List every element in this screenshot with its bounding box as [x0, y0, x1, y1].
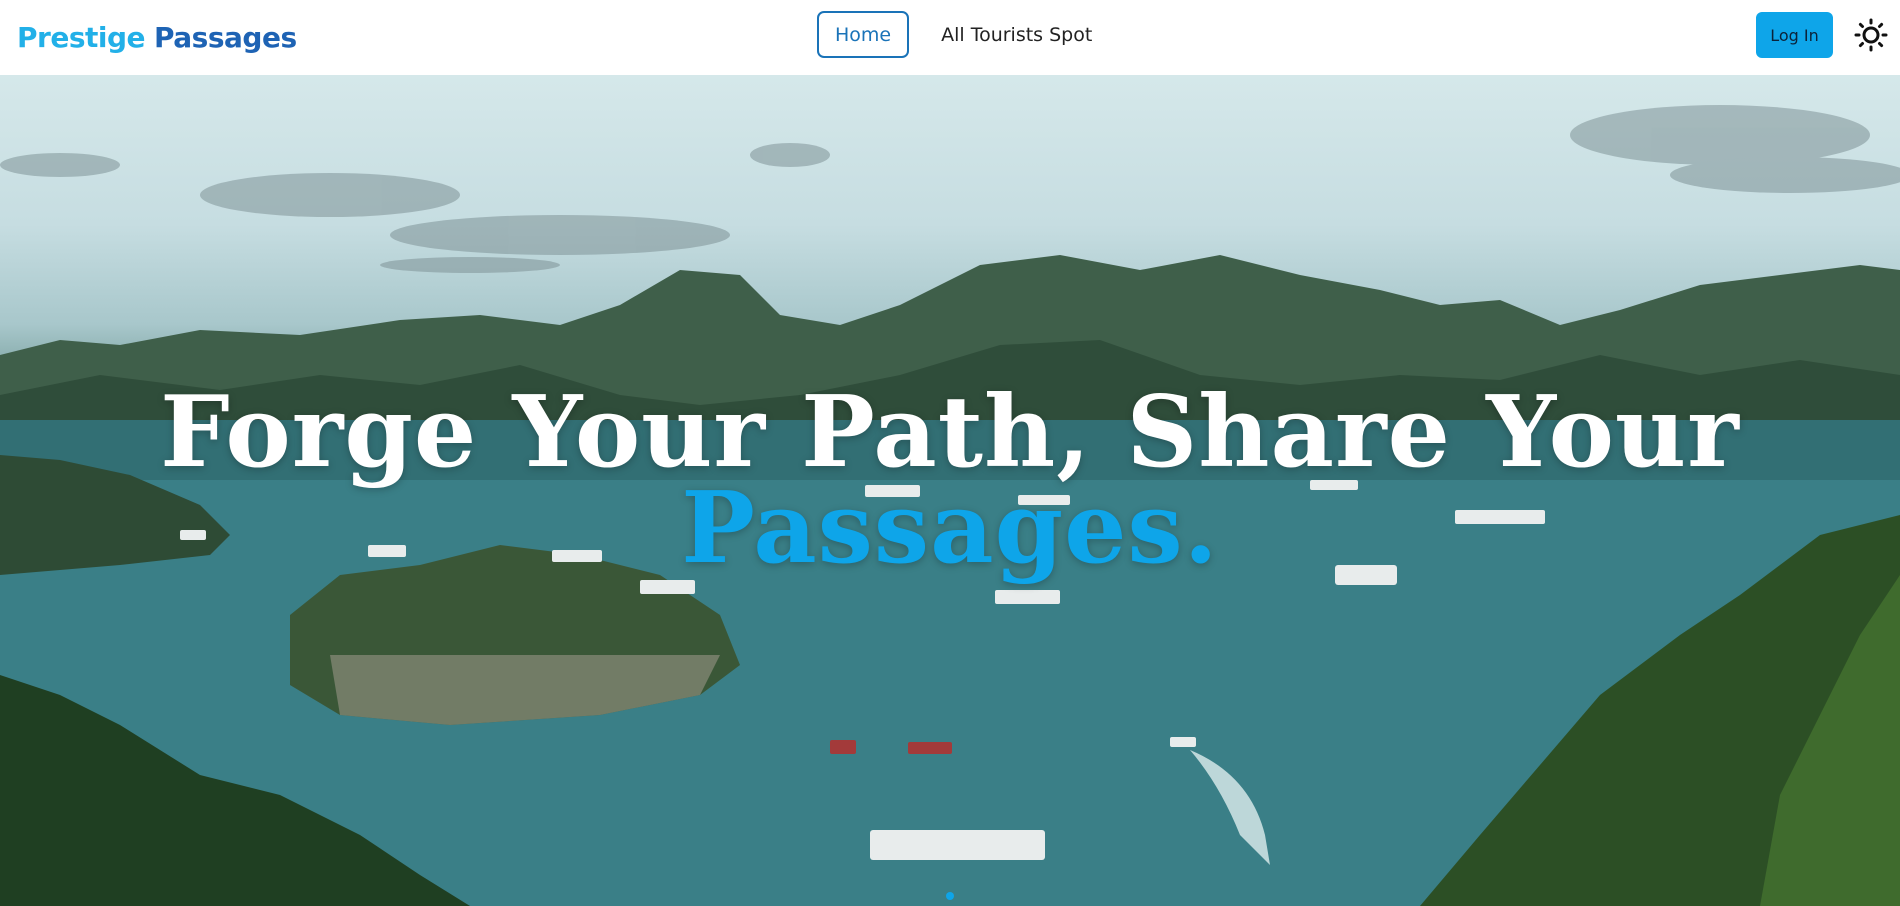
carousel-dot[interactable] — [946, 892, 954, 900]
brand-name-part1: Prestige — [17, 21, 146, 54]
sun-icon[interactable] — [1853, 17, 1889, 53]
login-button[interactable]: Log In — [1756, 12, 1833, 58]
hero-banner: Forge Your Path, Share Your Passages. — [0, 75, 1900, 906]
hero-headline: Forge Your Path, Share Your Passages. — [0, 384, 1900, 578]
nav-actions: Log In — [1756, 12, 1889, 58]
nav-link-home[interactable]: Home — [817, 11, 910, 58]
main-nav: Home All Tourists Spot — [817, 11, 1108, 58]
hero-headline-accent: Passages. — [681, 471, 1219, 586]
brand-name-part2: Passages — [154, 21, 297, 54]
brand-logo[interactable]: Prestige Passages — [17, 21, 297, 54]
carousel-pagination — [0, 892, 1900, 900]
nav-link-all-tourists-spot[interactable]: All Tourists Spot — [925, 11, 1108, 58]
navbar: Prestige Passages Home All Tourists Spot… — [0, 0, 1900, 75]
